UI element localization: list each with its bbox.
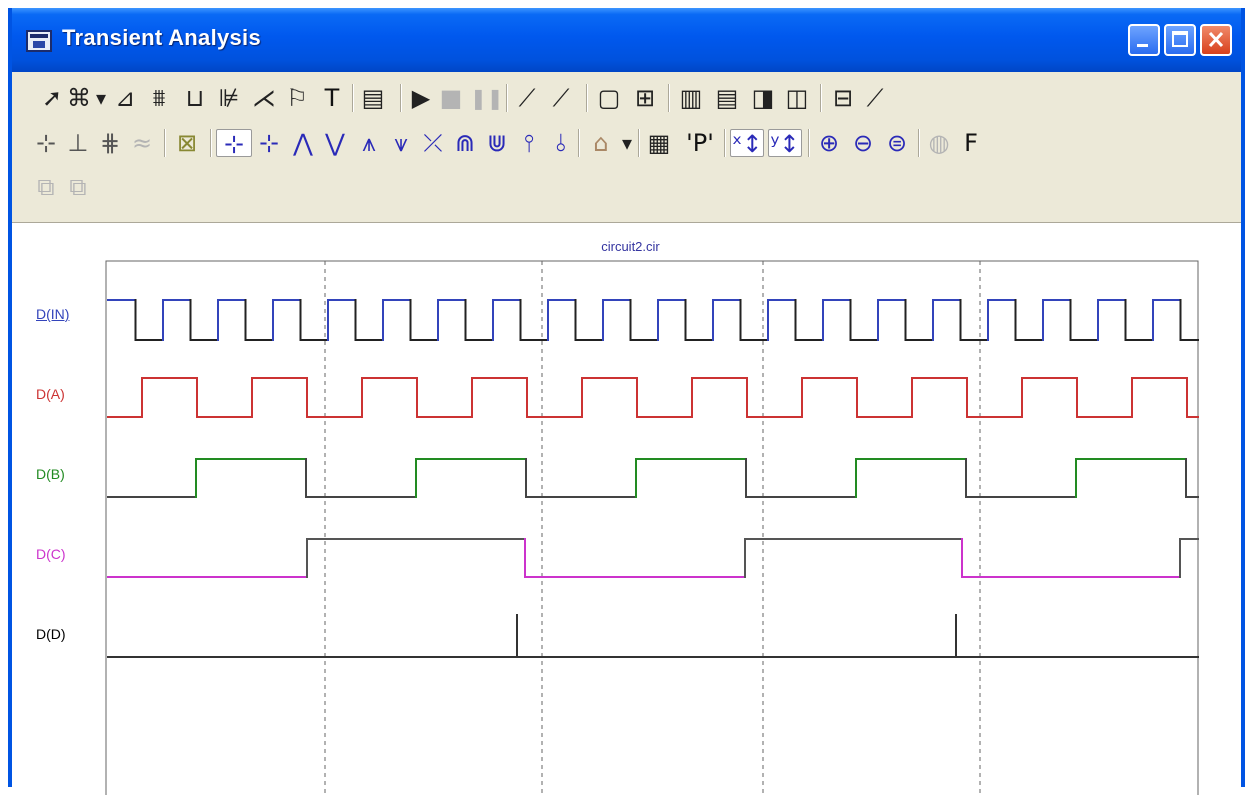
layout-split-icon[interactable]: ◫ bbox=[782, 84, 812, 112]
cursor-mode-3-icon[interactable]: ⋕ bbox=[96, 129, 124, 157]
copy-plot-icon[interactable]: ⧉ bbox=[32, 173, 60, 201]
title-bar[interactable]: Transient Analysis bbox=[12, 8, 1241, 72]
left-cursor-icon[interactable]: ⊹ bbox=[216, 129, 252, 158]
animate-icon[interactable]: ◍ bbox=[924, 129, 954, 157]
paste-plot-icon[interactable]: ⧉ bbox=[64, 173, 92, 201]
close-icon bbox=[1208, 31, 1224, 48]
layout-panel-icon[interactable]: ◨ bbox=[748, 84, 778, 112]
zoom-fit-icon[interactable]: ⊜ bbox=[882, 129, 912, 157]
prev-level-icon[interactable]: ⫰ bbox=[546, 129, 576, 157]
toolbar-row-2: ⊹ ⊥ ⋕ ≈ ⊠ ⊹ ⊹ ⋀ ⋁ ⩚ ⩛ ⤫ ⋒ ⋓ ⫯ ⫰ ⌂ ▾ ▦ 'P' ˣ↕ ʸ↕ ⊕ ⊖ ⊜ ◍ F bbox=[12, 123, 1241, 163]
maximize-icon bbox=[1172, 31, 1188, 47]
table-icon[interactable]: ▦ bbox=[644, 129, 674, 157]
cursor-mode-1-icon[interactable]: ⊹ bbox=[32, 129, 60, 157]
signal-label[interactable]: D(IN) bbox=[36, 306, 69, 322]
toolbar-row-3: ⧉ ⧉ bbox=[12, 167, 1241, 207]
text-tool-icon[interactable]: T bbox=[318, 84, 346, 112]
app-icon bbox=[26, 30, 52, 52]
wire-tool-icon[interactable]: ⊿ bbox=[110, 84, 140, 112]
toolbar-separator bbox=[638, 129, 640, 157]
inflection-icon[interactable]: ⤫ bbox=[418, 129, 448, 157]
box-tool-icon[interactable]: ⊔ bbox=[180, 84, 210, 112]
tangent-icon[interactable]: ⟋ bbox=[860, 84, 890, 112]
delete-curve-icon[interactable]: ⊠ bbox=[172, 129, 202, 157]
window-title: Transient Analysis bbox=[62, 25, 261, 50]
plot-area[interactable]: circuit2.cir D(IN) D(A) D(B) D(C) D(D) bbox=[12, 223, 1241, 795]
properties-icon[interactable]: ▤ bbox=[358, 84, 388, 112]
signal-label[interactable]: D(A) bbox=[36, 386, 65, 402]
toolbar-row-1: ➚ ⌘ ▾ ⊿ ⩩ ⊔ ⊯ ⋌ ⚐ T ▤ ▶ ■ ❚❚ ⟋ ⟋ ▢ ⊞ ▥ ▤ ◨ ◫ ⊟ ⟋ bbox=[12, 78, 1241, 118]
grid-icon[interactable]: ⊞ bbox=[630, 84, 660, 112]
toolbar-separator bbox=[668, 84, 670, 112]
maximize-button[interactable] bbox=[1164, 24, 1196, 56]
bus-tool-icon[interactable]: ⩩ bbox=[144, 84, 174, 112]
signal-label[interactable]: D(B) bbox=[36, 466, 65, 482]
dropdown-arrow-icon[interactable]: ▾ bbox=[94, 84, 108, 112]
frame-icon[interactable]: ▢ bbox=[594, 84, 624, 112]
x-axis-icon[interactable]: ˣ↕ bbox=[730, 129, 764, 158]
toolbar-separator bbox=[400, 84, 402, 112]
performance-icon[interactable]: 'P' bbox=[678, 129, 722, 157]
global-low-icon[interactable]: ⋓ bbox=[482, 129, 512, 157]
toolbar-separator bbox=[578, 129, 580, 157]
high-icon[interactable]: ⩚ bbox=[354, 129, 384, 157]
layout-horizontal-icon[interactable]: ▤ bbox=[712, 84, 742, 112]
layout-vertical-icon[interactable]: ▥ bbox=[676, 84, 706, 112]
right-cursor-icon[interactable]: ⊹ bbox=[254, 129, 284, 157]
transient-analysis-window: Transient Analysis ➚ ⌘ ▾ ⊿ ⩩ ⊔ ⊯ ⋌ ⚐ T ▤ ▶ ■ ❚❚ ⟋ ⟋ ▢ ⊞ ▥ ▤… bbox=[8, 8, 1245, 795]
node-tool-icon[interactable]: ⋌ bbox=[248, 84, 280, 112]
y-axis-icon[interactable]: ʸ↕ bbox=[768, 129, 802, 158]
probe-tool-icon[interactable]: ⊯ bbox=[214, 84, 244, 112]
select-tool-icon[interactable]: ➚ bbox=[40, 84, 64, 112]
toolbar-separator bbox=[506, 84, 508, 112]
dropdown-arrow-2-icon[interactable]: ▾ bbox=[620, 129, 634, 157]
plot-frame bbox=[105, 260, 1199, 795]
toolbar-separator bbox=[724, 129, 726, 157]
font-icon[interactable]: F bbox=[956, 129, 986, 157]
flag-tool-icon[interactable]: ⚐ bbox=[282, 84, 312, 112]
global-high-icon[interactable]: ⋒ bbox=[450, 129, 480, 157]
tag-icon[interactable]: ⌂ bbox=[586, 129, 616, 157]
next-level-icon[interactable]: ⫯ bbox=[514, 129, 544, 157]
cursor-mode-2-icon[interactable]: ⊥ bbox=[64, 129, 92, 157]
low-icon[interactable]: ⩛ bbox=[386, 129, 416, 157]
minimize-icon bbox=[1137, 44, 1148, 47]
toolbar-separator bbox=[352, 84, 354, 112]
toolbar-separator bbox=[210, 129, 212, 157]
toolbar-separator bbox=[820, 84, 822, 112]
stop-icon[interactable]: ■ bbox=[438, 84, 464, 112]
toolbar-separator bbox=[586, 84, 588, 112]
close-button[interactable] bbox=[1200, 24, 1232, 56]
zoom-out-icon[interactable]: ⊖ bbox=[848, 129, 878, 157]
run-icon[interactable]: ▶ bbox=[408, 84, 434, 112]
pause-icon[interactable]: ❚❚ bbox=[470, 84, 504, 112]
minimize-button[interactable] bbox=[1128, 24, 1160, 56]
diagonal-line-icon[interactable]: ⟋ bbox=[546, 84, 576, 112]
valley-icon[interactable]: ⋁ bbox=[320, 129, 350, 157]
zoom-in-icon[interactable]: ⊕ bbox=[814, 129, 844, 157]
toolbar-separator bbox=[918, 129, 920, 157]
toolbar-separator bbox=[164, 129, 166, 157]
toolbar-area: ➚ ⌘ ▾ ⊿ ⩩ ⊔ ⊯ ⋌ ⚐ T ▤ ▶ ■ ❚❚ ⟋ ⟋ ▢ ⊞ ▥ ▤ ◨ ◫ ⊟ ⟋ ⊹ ⊥ ⋕ ≈ ⊠ ⊹ ⊹ ⋀ ⋁ ⩚ ⩛ ⤫ ⋒ ⋓… bbox=[12, 72, 1241, 223]
toolbar-separator bbox=[808, 129, 810, 157]
component-tool-icon[interactable]: ⌘ bbox=[66, 84, 92, 112]
layout-bottom-icon[interactable]: ⊟ bbox=[828, 84, 858, 112]
line-tool-icon[interactable]: ⟋ bbox=[512, 84, 542, 112]
signal-label[interactable]: D(D) bbox=[36, 626, 66, 642]
cursor-mode-4-icon[interactable]: ≈ bbox=[128, 129, 156, 157]
peak-icon[interactable]: ⋀ bbox=[288, 129, 318, 157]
signal-label[interactable]: D(C) bbox=[36, 546, 66, 562]
waveform-plot[interactable] bbox=[12, 223, 1241, 795]
